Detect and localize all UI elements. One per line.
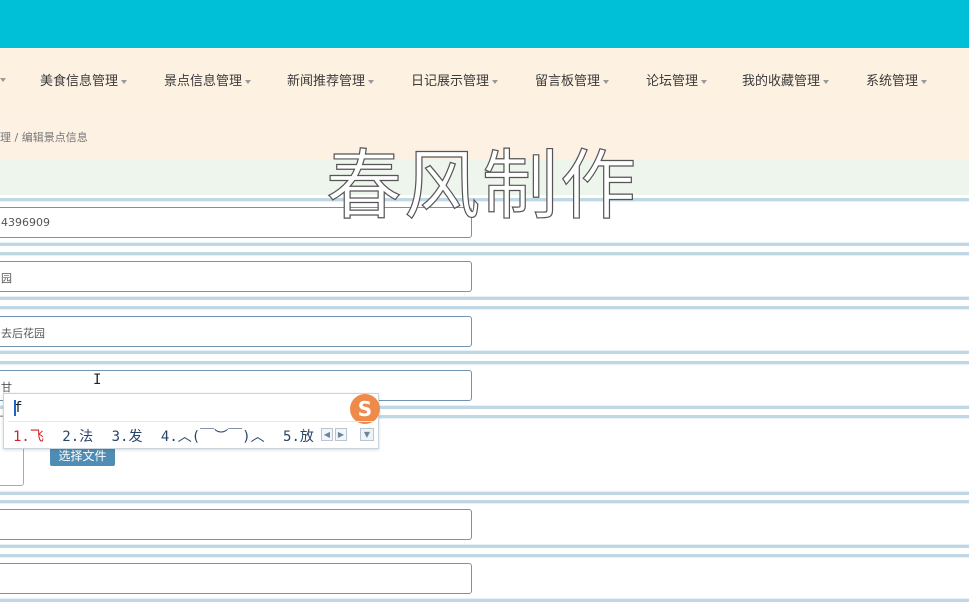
- chevron-down-icon: [823, 79, 830, 84]
- text-cursor-icon: I: [93, 372, 102, 388]
- chevron-down-icon: [0, 78, 6, 82]
- nav-item-food[interactable]: 美食信息管理: [40, 70, 128, 89]
- nav-item-forum[interactable]: 论坛管理: [646, 70, 708, 89]
- ime-candidate[interactable]: 3.发: [112, 429, 143, 445]
- ime-candidate[interactable]: 5.放: [283, 429, 314, 445]
- text-field[interactable]: 园: [0, 261, 472, 292]
- breadcrumb: 理 / 编辑景点信息: [0, 131, 88, 144]
- chevron-down-icon: [603, 79, 610, 84]
- divider: [8, 421, 374, 422]
- watermark-text: 春风制作: [325, 140, 638, 230]
- chevron-down-icon: [492, 79, 499, 84]
- prev-page-icon[interactable]: ◀: [321, 428, 333, 441]
- main-navbar: 美食信息管理 景点信息管理 新闻推荐管理 日记展示管理 留言板管理 论坛管理 我…: [0, 48, 969, 112]
- chevron-down-icon: [121, 79, 128, 84]
- form-row: 园: [0, 252, 969, 300]
- ime-candidate-window: f S 1.飞 2.法 3.发 4.︿(￣︶￣)︿ 5.放 ◀ ▶ ▼: [3, 393, 380, 449]
- next-page-icon[interactable]: ▶: [335, 428, 347, 441]
- text-field[interactable]: [0, 563, 472, 594]
- nav-item-favorites[interactable]: 我的收藏管理: [742, 70, 830, 89]
- ime-candidate[interactable]: 2.法: [62, 429, 93, 445]
- nav-item-attractions[interactable]: 景点信息管理: [164, 70, 252, 89]
- sogou-logo-icon[interactable]: S: [350, 394, 380, 424]
- text-field[interactable]: 去后花园: [0, 316, 472, 347]
- form-row: 去后花园: [0, 306, 969, 354]
- text-field[interactable]: [0, 509, 472, 540]
- top-header-bar: [0, 0, 969, 48]
- ime-candidate[interactable]: 1.飞: [13, 429, 44, 445]
- chevron-down-icon: [701, 79, 708, 84]
- ime-candidate[interactable]: 4.︿(￣︶￣)︿: [161, 429, 265, 445]
- nav-item-messageboard[interactable]: 留言板管理: [535, 70, 610, 89]
- nav-item-diary[interactable]: 日记展示管理: [411, 70, 499, 89]
- form-row: [0, 500, 969, 548]
- chevron-down-icon: [245, 79, 252, 84]
- chevron-down-icon: [368, 79, 375, 84]
- chevron-down-icon: [921, 79, 928, 84]
- ime-caret: [14, 400, 16, 416]
- nav-item-system[interactable]: 系统管理: [866, 70, 928, 89]
- ime-candidate-list: 1.飞 2.法 3.发 4.︿(￣︶￣)︿ 5.放: [13, 426, 324, 446]
- chevron-down-icon[interactable]: ▼: [360, 428, 374, 441]
- form-row: [0, 554, 969, 602]
- nav-item-news[interactable]: 新闻推荐管理: [287, 70, 375, 89]
